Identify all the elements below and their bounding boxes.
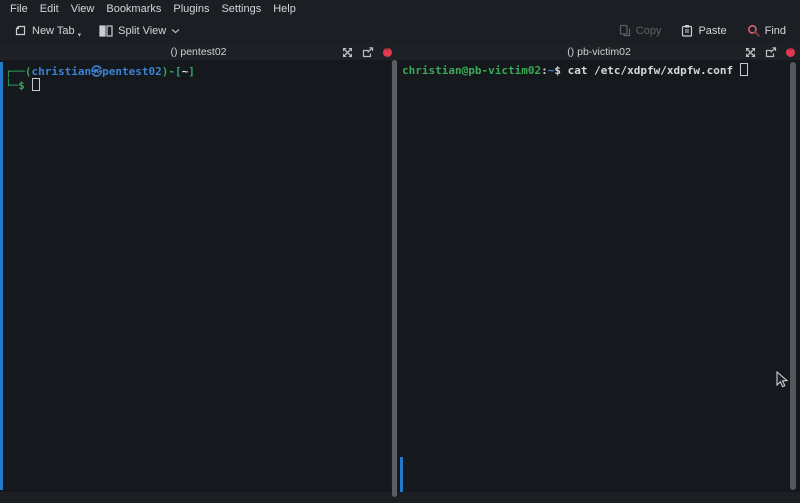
paste-button[interactable]: Paste bbox=[676, 21, 731, 40]
find-label: Find bbox=[765, 25, 786, 37]
prompt-frame: ] bbox=[188, 65, 195, 78]
menu-file[interactable]: File bbox=[4, 2, 34, 16]
prompt-line: christian@pb-victim02:~$ cat /etc/xdpfw/… bbox=[402, 63, 748, 77]
menu-bookmarks[interactable]: Bookmarks bbox=[100, 2, 167, 16]
splitter-handle[interactable] bbox=[392, 60, 397, 497]
split-view-icon bbox=[99, 25, 113, 37]
prompt-line-2: └─$ bbox=[5, 78, 195, 92]
prompt-user-host: christian@pb-victim02 bbox=[402, 64, 541, 77]
split-view-label: Split View bbox=[118, 25, 166, 37]
new-tab-label: New Tab bbox=[32, 25, 75, 37]
paste-icon bbox=[681, 24, 693, 37]
menu-bar: File Edit View Bookmarks Plugins Setting… bbox=[0, 0, 800, 17]
maximize-view-icon[interactable] bbox=[745, 47, 756, 58]
copy-icon bbox=[619, 24, 631, 37]
toolbar: New Tab ▾ Split View Copy bbox=[0, 17, 800, 45]
konsole-window: File Edit View Bookmarks Plugins Setting… bbox=[0, 0, 800, 503]
close-view-button-right[interactable] bbox=[786, 48, 795, 57]
pane-splitter[interactable] bbox=[391, 60, 398, 497]
new-tab-icon bbox=[14, 24, 27, 37]
find-button[interactable]: Find bbox=[742, 21, 791, 40]
terminal-cursor bbox=[32, 78, 40, 91]
pane-header-left[interactable]: () pentest02 bbox=[0, 44, 397, 60]
prompt-separator: : bbox=[541, 64, 548, 77]
chevron-down-icon bbox=[171, 28, 180, 34]
scrollbar-thumb[interactable] bbox=[790, 62, 796, 490]
pane-title-left: () pentest02 bbox=[170, 46, 226, 58]
prompt-symbol: $ bbox=[554, 64, 561, 77]
menu-plugins[interactable]: Plugins bbox=[167, 2, 215, 16]
copy-label: Copy bbox=[636, 25, 662, 37]
prompt-user-host: christian㉿pentest02 bbox=[32, 65, 162, 78]
pane-header-right[interactable]: () pb-victim02 bbox=[398, 44, 800, 60]
scroll-highlight-bar bbox=[0, 62, 3, 490]
menu-view[interactable]: View bbox=[65, 2, 101, 16]
prompt-frame: )-[ bbox=[162, 65, 182, 78]
new-tab-dropdown-caret: ▾ bbox=[78, 31, 82, 39]
detach-tab-icon[interactable] bbox=[765, 47, 777, 58]
typed-command: cat /etc/xdpfw/xdpfw.conf bbox=[561, 64, 740, 77]
terminal-pane-pentest02[interactable]: ┌──(christian㉿pentest02)-[~] └─$ bbox=[0, 60, 391, 492]
menu-settings[interactable]: Settings bbox=[215, 2, 267, 16]
menu-edit[interactable]: Edit bbox=[34, 2, 65, 16]
prompt-line-1: ┌──(christian㉿pentest02)-[~] bbox=[5, 65, 195, 78]
prompt-symbol: └─$ bbox=[5, 79, 32, 92]
scroll-highlight-bar bbox=[400, 457, 403, 492]
split-view-button[interactable]: Split View bbox=[94, 22, 185, 40]
paste-label: Paste bbox=[698, 25, 726, 37]
pane-title-right: () pb-victim02 bbox=[567, 46, 631, 58]
detach-tab-icon[interactable] bbox=[362, 47, 374, 58]
prompt-frame: ┌──( bbox=[5, 65, 32, 78]
terminal-cursor bbox=[740, 63, 748, 76]
new-tab-button[interactable]: New Tab ▾ bbox=[9, 21, 86, 40]
maximize-view-icon[interactable] bbox=[342, 47, 353, 58]
copy-button[interactable]: Copy bbox=[614, 21, 667, 40]
close-view-button-left[interactable] bbox=[383, 48, 392, 57]
terminal-pane-pb-victim02[interactable]: christian@pb-victim02:~$ cat /etc/xdpfw/… bbox=[398, 60, 800, 492]
find-icon bbox=[747, 24, 760, 37]
menu-help[interactable]: Help bbox=[267, 2, 302, 16]
